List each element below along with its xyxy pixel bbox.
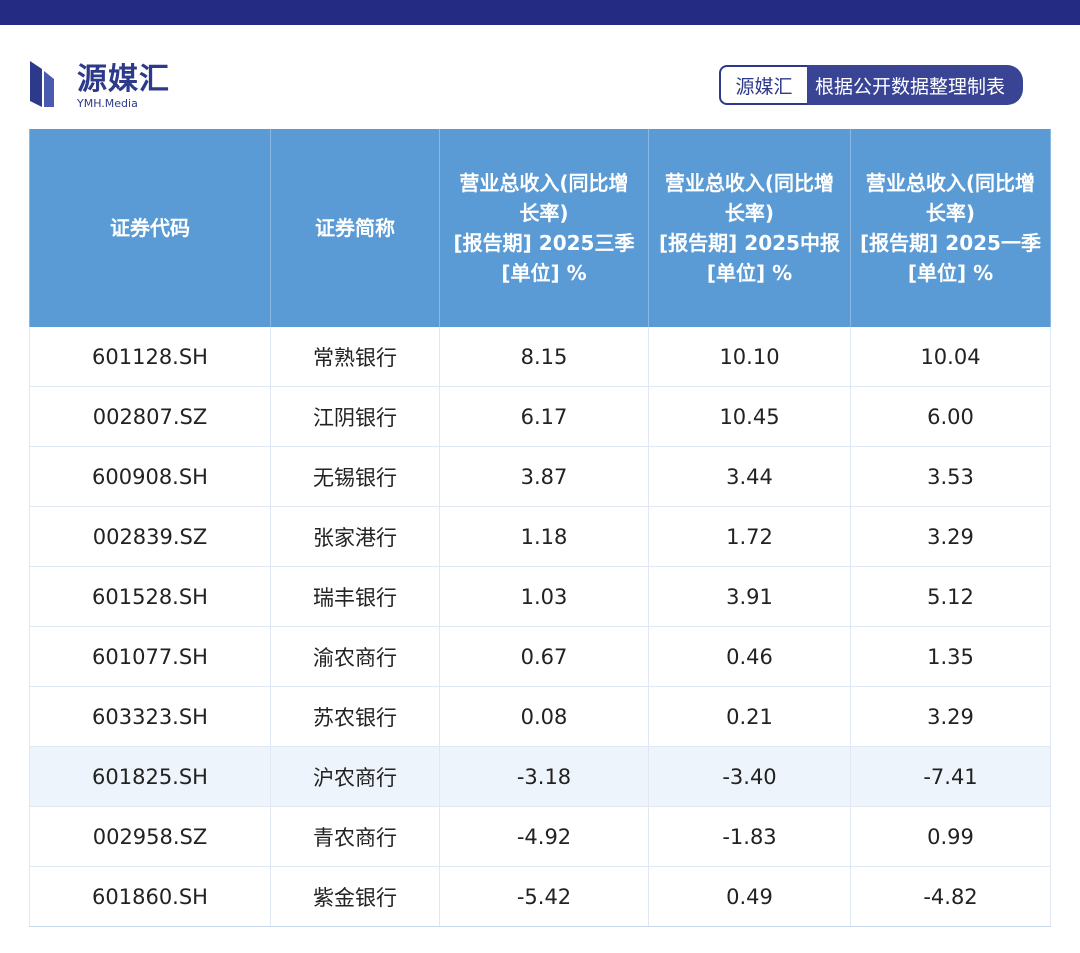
cell-h1: 0.46 xyxy=(648,626,851,687)
header-revenue-growth-2025q1: 营业总收入(同比增 长率) [报告期] 2025一季 [单位] % xyxy=(850,129,1051,327)
cell-name: 江阴银行 xyxy=(270,386,440,447)
table-row: 002839.SZ 张家港行 1.18 1.72 3.29 xyxy=(29,506,1051,567)
header-revenue-growth-2025h1: 营业总收入(同比增 长率) [报告期] 2025中报 [单位] % xyxy=(648,129,851,327)
cell-h1: 10.45 xyxy=(648,386,851,447)
cell-q1: 3.29 xyxy=(850,506,1051,567)
cell-q3: 0.08 xyxy=(439,686,649,747)
cell-q1: -7.41 xyxy=(850,746,1051,807)
table-row: 601528.SH 瑞丰银行 1.03 3.91 5.12 xyxy=(29,566,1051,627)
cell-code: 002958.SZ xyxy=(29,806,271,867)
logo-mark-icon xyxy=(30,61,54,107)
cell-h1: 3.44 xyxy=(648,446,851,507)
cell-q1: 0.99 xyxy=(850,806,1051,867)
header-revenue-growth-2025q3: 营业总收入(同比增 长率) [报告期] 2025三季 [单位] % xyxy=(439,129,649,327)
cell-code: 002807.SZ xyxy=(29,386,271,447)
header-line: 长率) xyxy=(519,201,569,225)
table-row: 600908.SH 无锡银行 3.87 3.44 3.53 xyxy=(29,446,1051,507)
logo-subtitle: YMH.Media xyxy=(77,97,138,110)
cell-h1: -3.40 xyxy=(648,746,851,807)
header-line: 长率) xyxy=(724,201,775,225)
cell-q1: -4.82 xyxy=(850,866,1051,927)
cell-code: 601860.SH xyxy=(29,866,271,927)
header-line: 营业总收入(同比增 xyxy=(664,171,835,195)
cell-code: 603323.SH xyxy=(29,686,271,747)
revenue-growth-table: 证券代码 证券简称 营业总收入(同比增 长率) [报告期] 2025三季 [单位… xyxy=(29,129,1051,927)
cell-q3: 1.03 xyxy=(439,566,649,627)
table-row: 601128.SH 常熟银行 8.15 10.10 10.04 xyxy=(29,327,1051,387)
cell-name: 苏农银行 xyxy=(270,686,440,747)
table-row: 601077.SH 渝农商行 0.67 0.46 1.35 xyxy=(29,626,1051,687)
cell-q3: -3.18 xyxy=(439,746,649,807)
cell-q3: 3.87 xyxy=(439,446,649,507)
cell-q3: 8.15 xyxy=(439,327,649,387)
cell-code: 002839.SZ xyxy=(29,506,271,567)
cell-h1: 0.21 xyxy=(648,686,851,747)
source-tag-text: 根据公开数据整理制表 xyxy=(807,65,1023,105)
table-row-highlighted: 601825.SH 沪农商行 -3.18 -3.40 -7.41 xyxy=(29,746,1051,807)
header-security-name: 证券简称 xyxy=(270,129,440,327)
header-line: [单位] % xyxy=(907,261,994,285)
cell-name: 无锡银行 xyxy=(270,446,440,507)
cell-name: 张家港行 xyxy=(270,506,440,567)
cell-h1: -1.83 xyxy=(648,806,851,867)
cell-code: 601077.SH xyxy=(29,626,271,687)
cell-name: 青农商行 xyxy=(270,806,440,867)
cell-h1: 10.10 xyxy=(648,327,851,387)
header-line: [报告期] 2025一季 xyxy=(860,231,1041,255)
cell-q1: 5.12 xyxy=(850,566,1051,627)
brand-logo: 源媒汇 YMH.Media xyxy=(30,60,200,112)
table-row: 603323.SH 苏农银行 0.08 0.21 3.29 xyxy=(29,686,1051,747)
cell-name: 渝农商行 xyxy=(270,626,440,687)
table-row: 601860.SH 紫金银行 -5.42 0.49 -4.82 xyxy=(29,866,1051,927)
cell-name: 紫金银行 xyxy=(270,866,440,927)
table-header-row: 证券代码 证券简称 营业总收入(同比增 长率) [报告期] 2025三季 [单位… xyxy=(29,129,1051,327)
logo-name: 源媒汇 xyxy=(77,62,170,97)
cell-q1: 3.53 xyxy=(850,446,1051,507)
header-line: [单位] % xyxy=(501,261,587,285)
header-line: [单位] % xyxy=(706,261,793,285)
header-line: 长率) xyxy=(925,201,976,225)
cell-q3: 1.18 xyxy=(439,506,649,567)
cell-q1: 6.00 xyxy=(850,386,1051,447)
header-security-code: 证券代码 xyxy=(29,129,271,327)
cell-h1: 3.91 xyxy=(648,566,851,627)
table-row: 002958.SZ 青农商行 -4.92 -1.83 0.99 xyxy=(29,806,1051,867)
cell-name: 沪农商行 xyxy=(270,746,440,807)
cell-q1: 10.04 xyxy=(850,327,1051,387)
cell-q3: -5.42 xyxy=(439,866,649,927)
cell-q3: -4.92 xyxy=(439,806,649,867)
cell-h1: 0.49 xyxy=(648,866,851,927)
header-line: 营业总收入(同比增 xyxy=(459,171,629,195)
cell-name: 瑞丰银行 xyxy=(270,566,440,627)
cell-q3: 6.17 xyxy=(439,386,649,447)
cell-code: 601128.SH xyxy=(29,327,271,387)
source-tag-brand: 源媒汇 xyxy=(719,65,807,105)
header-line: [报告期] 2025中报 xyxy=(659,231,840,255)
cell-q1: 1.35 xyxy=(850,626,1051,687)
cell-h1: 1.72 xyxy=(648,506,851,567)
top-banner xyxy=(0,0,1080,25)
cell-code: 600908.SH xyxy=(29,446,271,507)
cell-name: 常熟银行 xyxy=(270,327,440,387)
cell-code: 601825.SH xyxy=(29,746,271,807)
cell-code: 601528.SH xyxy=(29,566,271,627)
source-tag: 源媒汇 根据公开数据整理制表 xyxy=(719,65,1023,105)
header-line: 营业总收入(同比增 xyxy=(865,171,1036,195)
header-line: [报告期] 2025三季 xyxy=(453,231,635,255)
table-row: 002807.SZ 江阴银行 6.17 10.45 6.00 xyxy=(29,386,1051,447)
cell-q1: 3.29 xyxy=(850,686,1051,747)
cell-q3: 0.67 xyxy=(439,626,649,687)
